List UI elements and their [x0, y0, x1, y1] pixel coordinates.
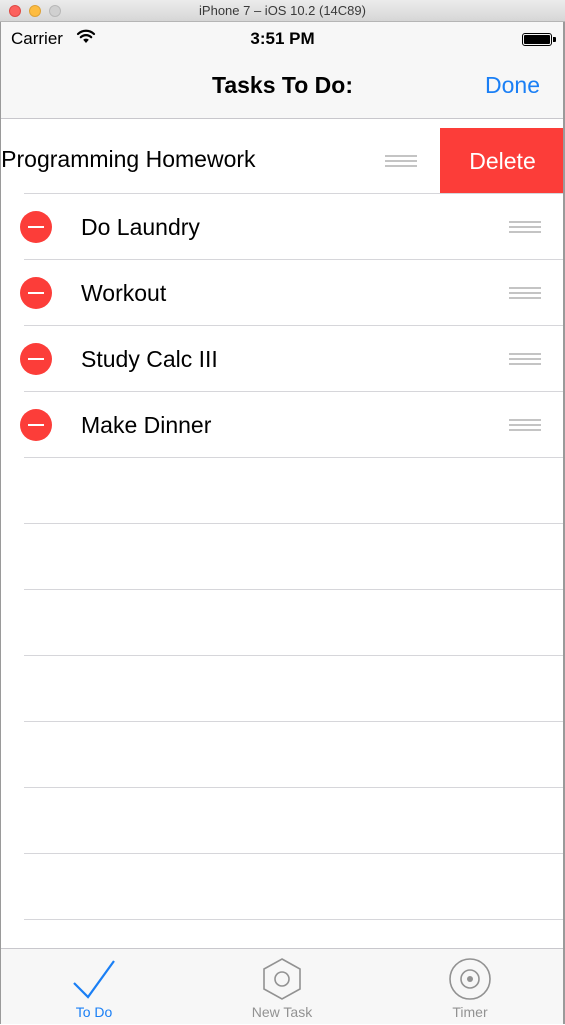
task-label: o Programming Homework [0, 146, 256, 172]
window-title: iPhone 7 – iOS 10.2 (14C89) [199, 3, 366, 18]
task-label: Workout [81, 280, 167, 306]
tab-label: To Do [75, 1004, 113, 1020]
reorder-handle-icon[interactable] [385, 155, 417, 167]
task-label: Do Laundry [81, 214, 200, 240]
table-row-swiped[interactable]: o Programming Homework Delete [0, 119, 565, 194]
delete-control-icon[interactable] [20, 211, 52, 243]
tab-new-task[interactable]: New Task [188, 949, 376, 1025]
empty-row-separator [24, 655, 565, 656]
delete-button[interactable]: Delete [440, 128, 565, 194]
task-table[interactable]: o Programming Homework Delete Do Laundry… [0, 119, 565, 948]
status-time: 3:51 PM [250, 29, 315, 48]
empty-row-separator [24, 523, 565, 524]
empty-row-separator [24, 589, 565, 590]
empty-row-separator [24, 787, 565, 788]
tab-bar: To Do New Task Timer [0, 948, 565, 1024]
task-label: Study Calc III [81, 346, 218, 372]
navigation-bar: Tasks To Do: Done [0, 54, 565, 119]
battery-icon [522, 33, 556, 46]
done-button[interactable]: Done [485, 72, 540, 99]
empty-row-separator [24, 853, 565, 854]
reorder-handle-icon[interactable] [509, 419, 541, 431]
checkmark-icon [73, 960, 115, 999]
reorder-handle-icon[interactable] [509, 221, 541, 233]
reorder-handle-icon[interactable] [509, 287, 541, 299]
status-bar: Carrier 3:51 PM [0, 22, 565, 54]
window-frame-left [0, 22, 1, 1024]
table-row[interactable]: Workout [0, 260, 565, 326]
table-row[interactable]: Study Calc III [0, 326, 565, 392]
tab-label: Timer [452, 1004, 488, 1020]
reorder-handle-icon[interactable] [509, 353, 541, 365]
empty-row-separator [24, 919, 565, 920]
row-separator [24, 457, 565, 458]
target-icon [449, 958, 491, 1000]
tab-label: New Task [251, 1004, 313, 1020]
delete-control-icon[interactable] [20, 409, 52, 441]
hexagon-icon [263, 958, 301, 1000]
table-row[interactable]: Do Laundry [0, 194, 565, 260]
simulator-title-bar: iPhone 7 – iOS 10.2 (14C89) [0, 0, 565, 22]
table-row[interactable]: Make Dinner [0, 392, 565, 458]
task-label: Make Dinner [81, 412, 212, 438]
tab-timer[interactable]: Timer [376, 949, 564, 1025]
empty-row-separator [24, 721, 565, 722]
delete-control-icon[interactable] [20, 277, 52, 309]
delete-control-icon[interactable] [20, 343, 52, 375]
tab-to-do[interactable]: To Do [0, 949, 188, 1025]
page-title: Tasks To Do: [212, 72, 353, 98]
